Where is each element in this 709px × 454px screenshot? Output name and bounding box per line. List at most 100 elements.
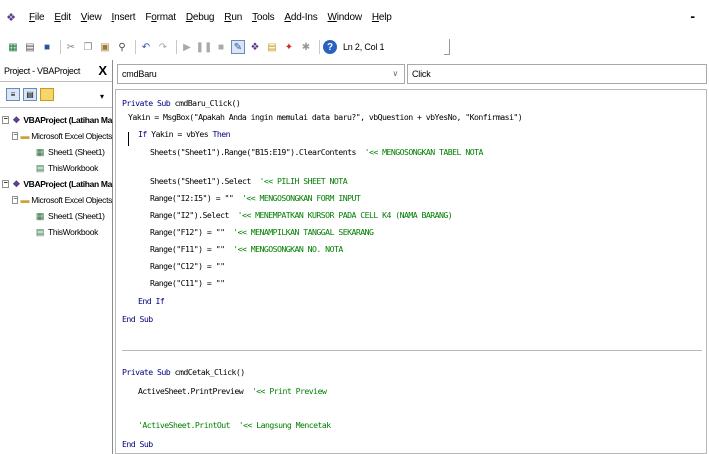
collapse-icon[interactable]: − bbox=[2, 180, 10, 188]
view-code-icon[interactable]: ≡ bbox=[6, 88, 20, 101]
tree-item[interactable]: ▤ ThisWorkbook bbox=[0, 224, 112, 240]
menu-item-label: ebug bbox=[192, 11, 215, 23]
collapse-icon[interactable]: − bbox=[12, 132, 19, 140]
code-line[interactable]: Sheets("Sheet1").Select '<< PILIH SHEET … bbox=[150, 176, 348, 186]
code-line[interactable]: Range("F11") = "" '<< MENGOSONGKAN NO. N… bbox=[150, 244, 343, 254]
redo-icon[interactable]: ↷ bbox=[156, 40, 170, 54]
design-mode-icon[interactable]: ✎ bbox=[231, 40, 245, 54]
chevron-down-icon[interactable]: ▾ bbox=[100, 92, 104, 101]
tree-item[interactable]: − ▬ Microsoft Excel Objects bbox=[0, 128, 112, 144]
code-keyword: End If bbox=[138, 296, 165, 306]
menu-item[interactable]: File bbox=[24, 12, 49, 23]
menu-item[interactable]: Run bbox=[219, 12, 247, 23]
project-explorer-icon[interactable]: ❖ bbox=[248, 40, 262, 54]
code-editor[interactable]: Private Sub cmdBaru_Click() Yakin = MsgBo… bbox=[115, 89, 707, 454]
code-line[interactable]: Range("C12") = "" bbox=[150, 261, 225, 271]
code-keyword: If bbox=[138, 129, 152, 139]
undo-icon[interactable]: ↶ bbox=[139, 40, 153, 54]
collapse-icon[interactable]: − bbox=[2, 116, 10, 124]
procedure-dropdown[interactable]: Click bbox=[407, 63, 707, 84]
code-line[interactable]: End Sub bbox=[122, 439, 153, 449]
code-keyword: End Sub bbox=[122, 439, 153, 449]
folder-icon: ▬ bbox=[20, 131, 30, 141]
menu-item-accelerator: W bbox=[327, 11, 337, 23]
toolbar-separator bbox=[135, 40, 136, 54]
view-excel-icon[interactable]: ▦ bbox=[6, 40, 20, 54]
code-line[interactable]: Private Sub cmdBaru_Click() bbox=[122, 98, 241, 108]
code-text: Sheets("Sheet1").Select bbox=[150, 176, 260, 186]
code-line[interactable]: Private Sub cmdCetak_Click() bbox=[122, 367, 245, 377]
insert-userform-icon[interactable]: ▤ bbox=[23, 40, 37, 54]
menu-item[interactable]: Window bbox=[323, 12, 367, 23]
code-keyword: Then bbox=[212, 129, 230, 139]
minimize-button[interactable]: - bbox=[690, 8, 695, 24]
code-line[interactable]: Yakin = MsgBox("Apakah Anda ingin memula… bbox=[128, 112, 523, 122]
tree-item-label: Sheet1 (Sheet1) bbox=[48, 211, 105, 221]
reset-icon[interactable]: ■ bbox=[214, 40, 228, 54]
project-pane-header: Project - VBAProject X bbox=[0, 60, 112, 82]
collapse-icon[interactable]: − bbox=[12, 196, 19, 204]
code-line[interactable]: Range("C11") = "" bbox=[150, 278, 225, 288]
code-text: Range("F11") = "" bbox=[150, 244, 234, 254]
menu-item[interactable]: Help bbox=[367, 12, 397, 23]
tree-item-label: VBAProject (Latihan Ma bbox=[23, 115, 112, 125]
properties-window-icon[interactable]: ▤ bbox=[265, 40, 279, 54]
menu-item[interactable]: Edit bbox=[49, 12, 75, 23]
text-cursor bbox=[128, 132, 129, 146]
code-keyword: Private Sub bbox=[122, 98, 175, 108]
object-dropdown-value: cmdBaru bbox=[122, 68, 157, 79]
code-line[interactable]: Sheets("Sheet1").Range("B15:E19").ClearC… bbox=[150, 147, 483, 157]
project-pane-title: Project - VBAProject bbox=[4, 65, 81, 76]
toolbar-grip-handle[interactable] bbox=[444, 39, 451, 55]
code-keyword: End Sub bbox=[122, 314, 153, 324]
code-text: Sheets("Sheet1").Range("B15:E19").ClearC… bbox=[150, 147, 365, 157]
menu-item[interactable]: Debug bbox=[181, 12, 219, 23]
code-comment: '<< MENGOSONGKAN FORM INPUT bbox=[241, 193, 361, 203]
cut-icon[interactable]: ✂ bbox=[64, 40, 78, 54]
menu-item[interactable]: Add-Ins bbox=[279, 12, 322, 23]
menu-item[interactable]: Format bbox=[140, 12, 181, 23]
chevron-down-icon[interactable]: ∨ bbox=[392, 69, 398, 78]
code-line[interactable]: Range("F12") = "" '<< MENAMPILKAN TANGGA… bbox=[150, 227, 374, 237]
menu-item[interactable]: Tools bbox=[247, 12, 279, 23]
menu-item[interactable]: View bbox=[76, 12, 107, 23]
tree-item[interactable]: ▦ Sheet1 (Sheet1) bbox=[0, 144, 112, 160]
toolbox-icon[interactable]: ✱ bbox=[299, 40, 313, 54]
menu-item[interactable]: Insert bbox=[106, 12, 140, 23]
paste-icon[interactable]: ▣ bbox=[98, 40, 112, 54]
project-pane-toolbar: ≡ ▤ ▾ bbox=[0, 82, 112, 108]
tree-item[interactable]: − ❖ VBAProject (Latihan Ma bbox=[0, 112, 112, 128]
code-line[interactable]: If Yakin = vbYes Then bbox=[138, 129, 231, 139]
object-dropdown[interactable]: cmdBaru ∨ bbox=[117, 63, 405, 84]
menu-item-label: iew bbox=[87, 11, 102, 23]
code-line[interactable]: End If bbox=[138, 296, 165, 306]
vbaproject-icon: ❖ bbox=[12, 179, 21, 189]
code-line[interactable]: 'ActiveSheet.PrintOut '<< Langsung Mence… bbox=[138, 420, 331, 430]
menu-item-accelerator: D bbox=[185, 11, 193, 23]
tree-item[interactable]: − ▬ Microsoft Excel Objects bbox=[0, 192, 112, 208]
save-icon[interactable]: ■ bbox=[40, 40, 54, 54]
menu-bar: ❖ File Edit View Insert Format Debug Run Tools A… bbox=[0, 0, 709, 34]
code-combo-row: cmdBaru ∨ Click bbox=[113, 60, 709, 87]
code-line[interactable]: Range("I2:I5") = "" '<< MENGOSONGKAN FOR… bbox=[150, 193, 361, 203]
toolbar-separator bbox=[60, 40, 61, 54]
code-comment: '<< MENGOSONGKAN TABEL NOTA bbox=[364, 147, 484, 157]
tree-item[interactable]: ▤ ThisWorkbook bbox=[0, 160, 112, 176]
toggle-folders-icon[interactable] bbox=[40, 88, 54, 101]
code-line[interactable]: End Sub bbox=[122, 314, 153, 324]
find-icon[interactable]: ⚲ bbox=[115, 40, 129, 54]
view-object-icon[interactable]: ▤ bbox=[23, 88, 37, 101]
copy-icon[interactable]: ❐ bbox=[81, 40, 95, 54]
tree-item[interactable]: − ❖ VBAProject (Latihan Ma bbox=[0, 176, 112, 192]
object-browser-icon[interactable]: ✦ bbox=[282, 40, 296, 54]
vba-app-icon[interactable]: ❖ bbox=[4, 10, 18, 24]
break-icon[interactable]: ❚❚ bbox=[196, 40, 213, 54]
run-icon[interactable]: ▶ bbox=[180, 40, 194, 54]
code-text: Yakin = MsgBox("Apakah Anda ingin memula… bbox=[128, 112, 523, 122]
code-line[interactable]: Range("I2").Select '<< MENEMPATKAN KURSO… bbox=[150, 210, 453, 220]
close-icon[interactable]: X bbox=[98, 64, 107, 77]
code-text: Range("I2:I5") = "" bbox=[150, 193, 242, 203]
code-line[interactable]: ActiveSheet.PrintPreview '<< Print Previ… bbox=[138, 386, 327, 396]
tree-item[interactable]: ▦ Sheet1 (Sheet1) bbox=[0, 208, 112, 224]
help-icon[interactable]: ? bbox=[323, 40, 337, 54]
